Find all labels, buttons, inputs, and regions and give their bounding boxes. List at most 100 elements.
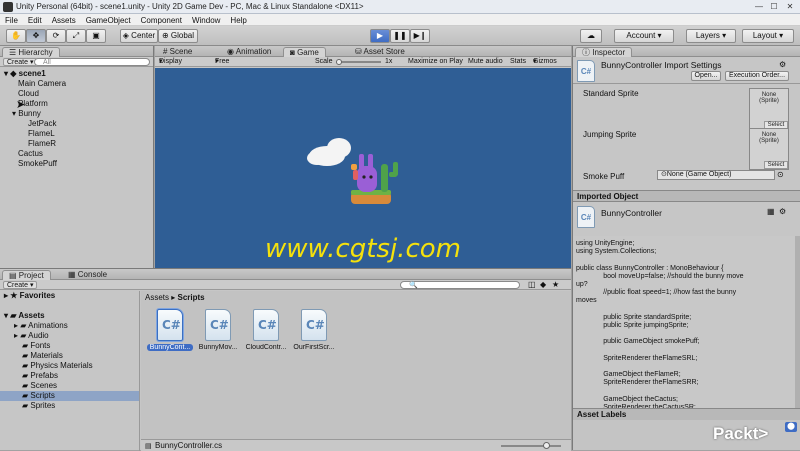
filter-type-icon[interactable]: ◫: [528, 280, 536, 289]
scale-slider[interactable]: [337, 61, 381, 63]
tab-scene[interactable]: # Scene: [157, 47, 198, 57]
pause-button[interactable]: ❚❚: [390, 29, 410, 43]
mute-audio-toggle[interactable]: Mute audio: [468, 57, 503, 67]
hierarchy-create-button[interactable]: Create ▾: [3, 58, 38, 66]
folder-item[interactable]: ▰ Scenes: [0, 381, 139, 391]
layout-dropdown[interactable]: Layout ▾: [742, 29, 794, 43]
asset-file[interactable]: C# OurFirstScr...: [291, 309, 337, 351]
tab-hierarchy[interactable]: ☰ Hierarchy: [2, 47, 60, 57]
component-gear-icon[interactable]: ⚙: [779, 207, 786, 216]
rect-tool-icon[interactable]: ▣: [86, 29, 106, 43]
menu-help[interactable]: Help: [225, 14, 251, 26]
menu-window[interactable]: Window: [187, 14, 225, 26]
breadcrumb-scripts[interactable]: Scripts: [178, 293, 205, 302]
menu-file[interactable]: File: [0, 14, 23, 26]
tab-animation[interactable]: ◉ Animation: [221, 47, 277, 57]
window-titlebar: Unity Personal (64bit) - scene1.unity - …: [0, 0, 800, 14]
favorites-item[interactable]: ▸ ★ Favorites: [0, 291, 139, 301]
account-dropdown[interactable]: Account ▾: [614, 29, 674, 43]
tab-project[interactable]: ▤ Project: [2, 270, 51, 280]
maximize-on-play-toggle[interactable]: Maximize on Play: [408, 57, 463, 67]
settings-gear-icon[interactable]: ⚙: [779, 60, 786, 69]
tab-inspector[interactable]: ⓘ Inspector: [575, 47, 633, 57]
scale-tool-icon[interactable]: ⤢: [66, 29, 86, 43]
display-dropdown[interactable]: Display 1 ▾: [159, 57, 182, 75]
hierarchy-search-input[interactable]: All: [34, 58, 150, 66]
step-button[interactable]: ▶❙: [410, 29, 430, 43]
help-icon[interactable]: ▦: [767, 207, 775, 216]
menu-gameobject[interactable]: GameObject: [81, 14, 136, 26]
filter-label-icon[interactable]: ◆: [540, 280, 546, 289]
folder-item[interactable]: ▸ ▰ Animations: [0, 321, 139, 331]
scene-root[interactable]: ▾ ◆ scene1: [4, 69, 154, 79]
smoke-puff-field[interactable]: ⊙None (Game Object): [657, 170, 775, 180]
asset-file[interactable]: C# CloudContr...: [243, 309, 289, 351]
asset-file[interactable]: C# BunnyMov...: [195, 309, 241, 351]
hierarchy-item[interactable]: Cactus: [4, 149, 154, 159]
hierarchy-item-bunny[interactable]: ▾ Bunny: [4, 109, 154, 119]
main-toolbar: ✋ ✥ ⟳ ⤢ ▣ ◈ Center ⊕ Global ▶ ❚❚ ▶❙ ☁ Ac…: [0, 26, 800, 46]
aspect-dropdown[interactable]: Free Aspect ▾: [215, 57, 236, 75]
stats-toggle[interactable]: Stats: [510, 57, 526, 67]
asset-label-tag-icon[interactable]: ⬤: [785, 422, 797, 432]
tab-asset-store[interactable]: ⛁ Asset Store: [349, 47, 411, 57]
hierarchy-item[interactable]: JetPack: [4, 119, 154, 129]
folder-item[interactable]: ▰ Materials: [0, 351, 139, 361]
layers-dropdown[interactable]: Layers ▾: [686, 29, 736, 43]
icon-size-slider[interactable]: [501, 445, 561, 447]
folder-item[interactable]: ▰ Sprites: [0, 401, 139, 411]
menu-edit[interactable]: Edit: [23, 14, 47, 26]
object-picker-icon[interactable]: ⊙: [777, 170, 784, 179]
folder-item[interactable]: ▰ Physics Materials: [0, 361, 139, 371]
asset-label: BunnyCont...: [147, 344, 193, 351]
gizmos-dropdown[interactable]: Gizmos ▾: [533, 57, 557, 67]
rotate-tool-icon[interactable]: ⟳: [46, 29, 66, 43]
favorite-star-icon[interactable]: ★: [552, 280, 559, 289]
move-tool-icon[interactable]: ✥: [26, 29, 46, 43]
code-scrollbar[interactable]: [795, 236, 800, 408]
breadcrumb-assets[interactable]: Assets: [145, 293, 169, 302]
open-button[interactable]: Open...: [691, 71, 721, 81]
folder-item[interactable]: ▰ Fonts: [0, 341, 139, 351]
hand-tool-icon[interactable]: ✋: [6, 29, 26, 43]
jumping-sprite-select-button[interactable]: Select: [764, 161, 788, 169]
hierarchy-item[interactable]: Platform: [4, 99, 154, 109]
status-file-icon: ▤: [145, 443, 152, 450]
menu-assets[interactable]: Assets: [47, 14, 81, 26]
imported-object-label: Imported Object: [577, 192, 639, 201]
folder-label: Prefabs: [30, 371, 58, 380]
cloud-icon[interactable]: ☁: [580, 29, 602, 43]
folder-item-selected[interactable]: ▰ Scripts: [0, 391, 139, 401]
project-create-button[interactable]: Create ▾: [3, 281, 38, 289]
play-button[interactable]: ▶: [370, 29, 390, 43]
folder-item[interactable]: ▰ Prefabs: [0, 371, 139, 381]
tab-console[interactable]: ▦ Console: [62, 270, 113, 280]
hierarchy-item[interactable]: FlameR: [4, 139, 154, 149]
icon-size-slider-thumb[interactable]: [543, 442, 550, 449]
project-create-label: Create: [7, 282, 29, 289]
standard-sprite-field[interactable]: None (Sprite) Select: [749, 88, 789, 130]
hierarchy-item[interactable]: Cloud: [4, 89, 154, 99]
assets-folder[interactable]: ▾ ▰ Assets: [0, 311, 139, 321]
asset-labels-area: ⬤ Packt>: [573, 420, 800, 450]
project-search-input[interactable]: 🔍: [400, 281, 520, 289]
scale-slider-thumb[interactable]: [336, 59, 342, 65]
minimize-button[interactable]: —: [752, 1, 766, 12]
tab-game[interactable]: ◙ Game: [283, 47, 326, 57]
menu-component[interactable]: Component: [136, 14, 187, 26]
hierarchy-item[interactable]: Main Camera: [4, 79, 154, 89]
game-view[interactable]: www.cgtsj.com: [155, 68, 571, 268]
execution-order-button[interactable]: Execution Order...: [725, 71, 789, 81]
folder-label: Physics Materials: [30, 361, 93, 370]
jumping-sprite-field[interactable]: None (Sprite) Select: [749, 128, 789, 170]
close-button[interactable]: ✕: [783, 1, 797, 12]
asset-file-selected[interactable]: C# BunnyCont...: [147, 309, 193, 351]
space-toggle[interactable]: ⊕ Global: [158, 29, 198, 43]
csharp-file-icon: C#: [205, 309, 231, 341]
hierarchy-item[interactable]: FlameL: [4, 129, 154, 139]
hierarchy-item[interactable]: SmokePuff: [4, 159, 154, 169]
pivot-toggle[interactable]: ◈ Center: [120, 29, 158, 43]
folder-item[interactable]: ▸ ▰ Audio: [0, 331, 139, 341]
maximize-button[interactable]: ☐: [767, 1, 781, 12]
center-tabs: # Scene ◉ Animation ◙ Game ⛁ Asset Store: [155, 46, 571, 57]
